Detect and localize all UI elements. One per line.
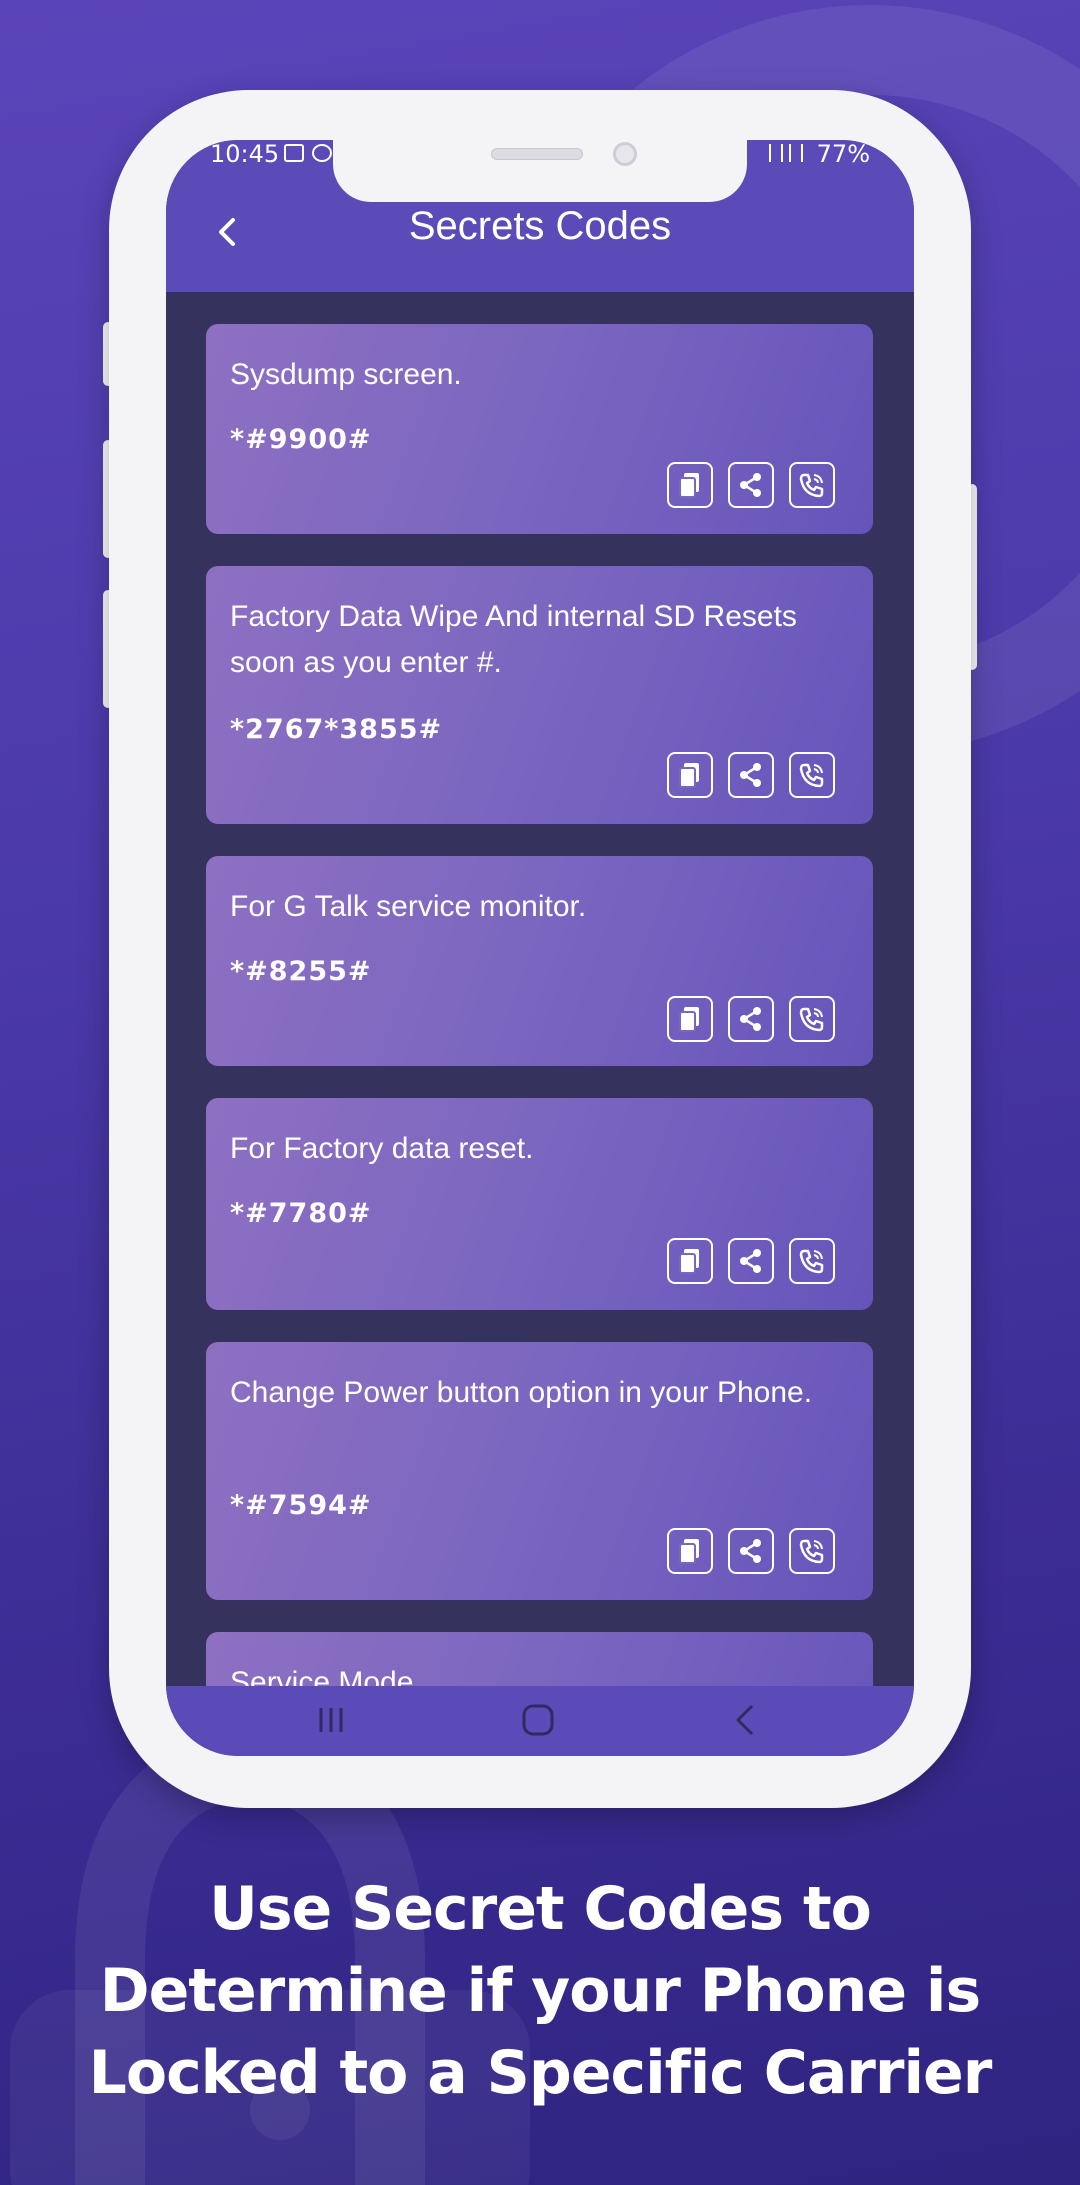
whatsapp-icon [312, 144, 332, 162]
code-value[interactable]: *#9900# [230, 424, 372, 455]
caption-line: Use Secret Codes to [209, 1874, 872, 1944]
status-right: 77% [769, 140, 870, 168]
share-icon [740, 1249, 761, 1273]
share-icon [740, 1007, 761, 1031]
code-value[interactable]: *2767*3855# [230, 714, 442, 745]
call-button[interactable] [789, 462, 835, 508]
phone-notch [333, 140, 747, 202]
caption-line: Locked to a Specific Carrier [88, 2038, 993, 2108]
code-value[interactable]: *#7780# [230, 1198, 372, 1229]
code-description: Factory Data Wipe And internal SD Resets… [230, 600, 797, 679]
code-card: Change Power button option in your Phone… [206, 1342, 873, 1600]
code-card: Factory Data Wipe And internal SD Resets… [206, 566, 873, 824]
codes-list: Sysdump screen. *#9900# Factory Data Wip… [166, 292, 914, 1692]
code-value[interactable]: *#7594# [230, 1490, 372, 1521]
share-icon [740, 763, 761, 787]
call-button[interactable] [789, 1528, 835, 1574]
status-time: 10:45 [210, 140, 280, 168]
call-icon [799, 763, 824, 788]
home-icon [522, 1704, 554, 1736]
call-icon [799, 1249, 824, 1274]
code-description: Change Power button option in your Phone… [230, 1376, 813, 1409]
signal-icon [789, 144, 804, 162]
code-card: Service Mode. [206, 1632, 873, 1692]
call-icon [799, 473, 824, 498]
code-card: Sysdump screen. *#9900# [206, 324, 873, 534]
call-button[interactable] [789, 996, 835, 1042]
code-description: Sysdump screen. [230, 358, 462, 391]
code-card: For Factory data reset. *#7780# [206, 1098, 873, 1310]
home-button[interactable] [518, 1700, 558, 1744]
front-camera [613, 142, 637, 166]
copy-icon [679, 473, 699, 498]
call-icon [799, 1007, 824, 1032]
call-button[interactable] [789, 1238, 835, 1284]
share-button[interactable] [728, 1528, 774, 1574]
share-icon [740, 473, 761, 497]
system-back-button[interactable] [726, 1700, 766, 1744]
code-value[interactable]: *#8255# [230, 956, 372, 987]
copy-icon [679, 763, 699, 788]
battery-level: 77% [816, 140, 870, 168]
copy-icon [679, 1007, 699, 1032]
code-card: For G Talk service monitor. *#8255# [206, 856, 873, 1066]
gallery-icon [284, 144, 304, 162]
phone-speaker [491, 148, 583, 160]
share-icon [740, 1539, 761, 1563]
copy-button[interactable] [667, 1528, 713, 1574]
recent-apps-icon [319, 1708, 343, 1732]
page-title: Secrets Codes [408, 204, 672, 248]
promo-caption: Use Secret Codes to Determine if your Ph… [0, 1868, 1080, 2114]
copy-button[interactable] [667, 462, 713, 508]
code-description: For G Talk service monitor. [230, 890, 587, 923]
recent-apps-button[interactable] [311, 1700, 351, 1744]
share-button[interactable] [728, 996, 774, 1042]
copy-button[interactable] [667, 1238, 713, 1284]
caption-line: Determine if your Phone is [99, 1956, 981, 2026]
share-button[interactable] [728, 462, 774, 508]
call-button[interactable] [789, 752, 835, 798]
copy-button[interactable] [667, 996, 713, 1042]
system-navbar [166, 1686, 914, 1756]
share-button[interactable] [728, 752, 774, 798]
copy-button[interactable] [667, 752, 713, 798]
share-button[interactable] [728, 1238, 774, 1284]
copy-icon [679, 1249, 699, 1274]
signal-icon [769, 144, 784, 162]
back-icon [736, 1704, 754, 1736]
call-icon [799, 1539, 824, 1564]
code-description: For Factory data reset. [230, 1132, 534, 1165]
phone-screen: 10:45 77% Secrets Codes Sysdump screen. … [166, 140, 914, 1756]
copy-icon [679, 1539, 699, 1564]
